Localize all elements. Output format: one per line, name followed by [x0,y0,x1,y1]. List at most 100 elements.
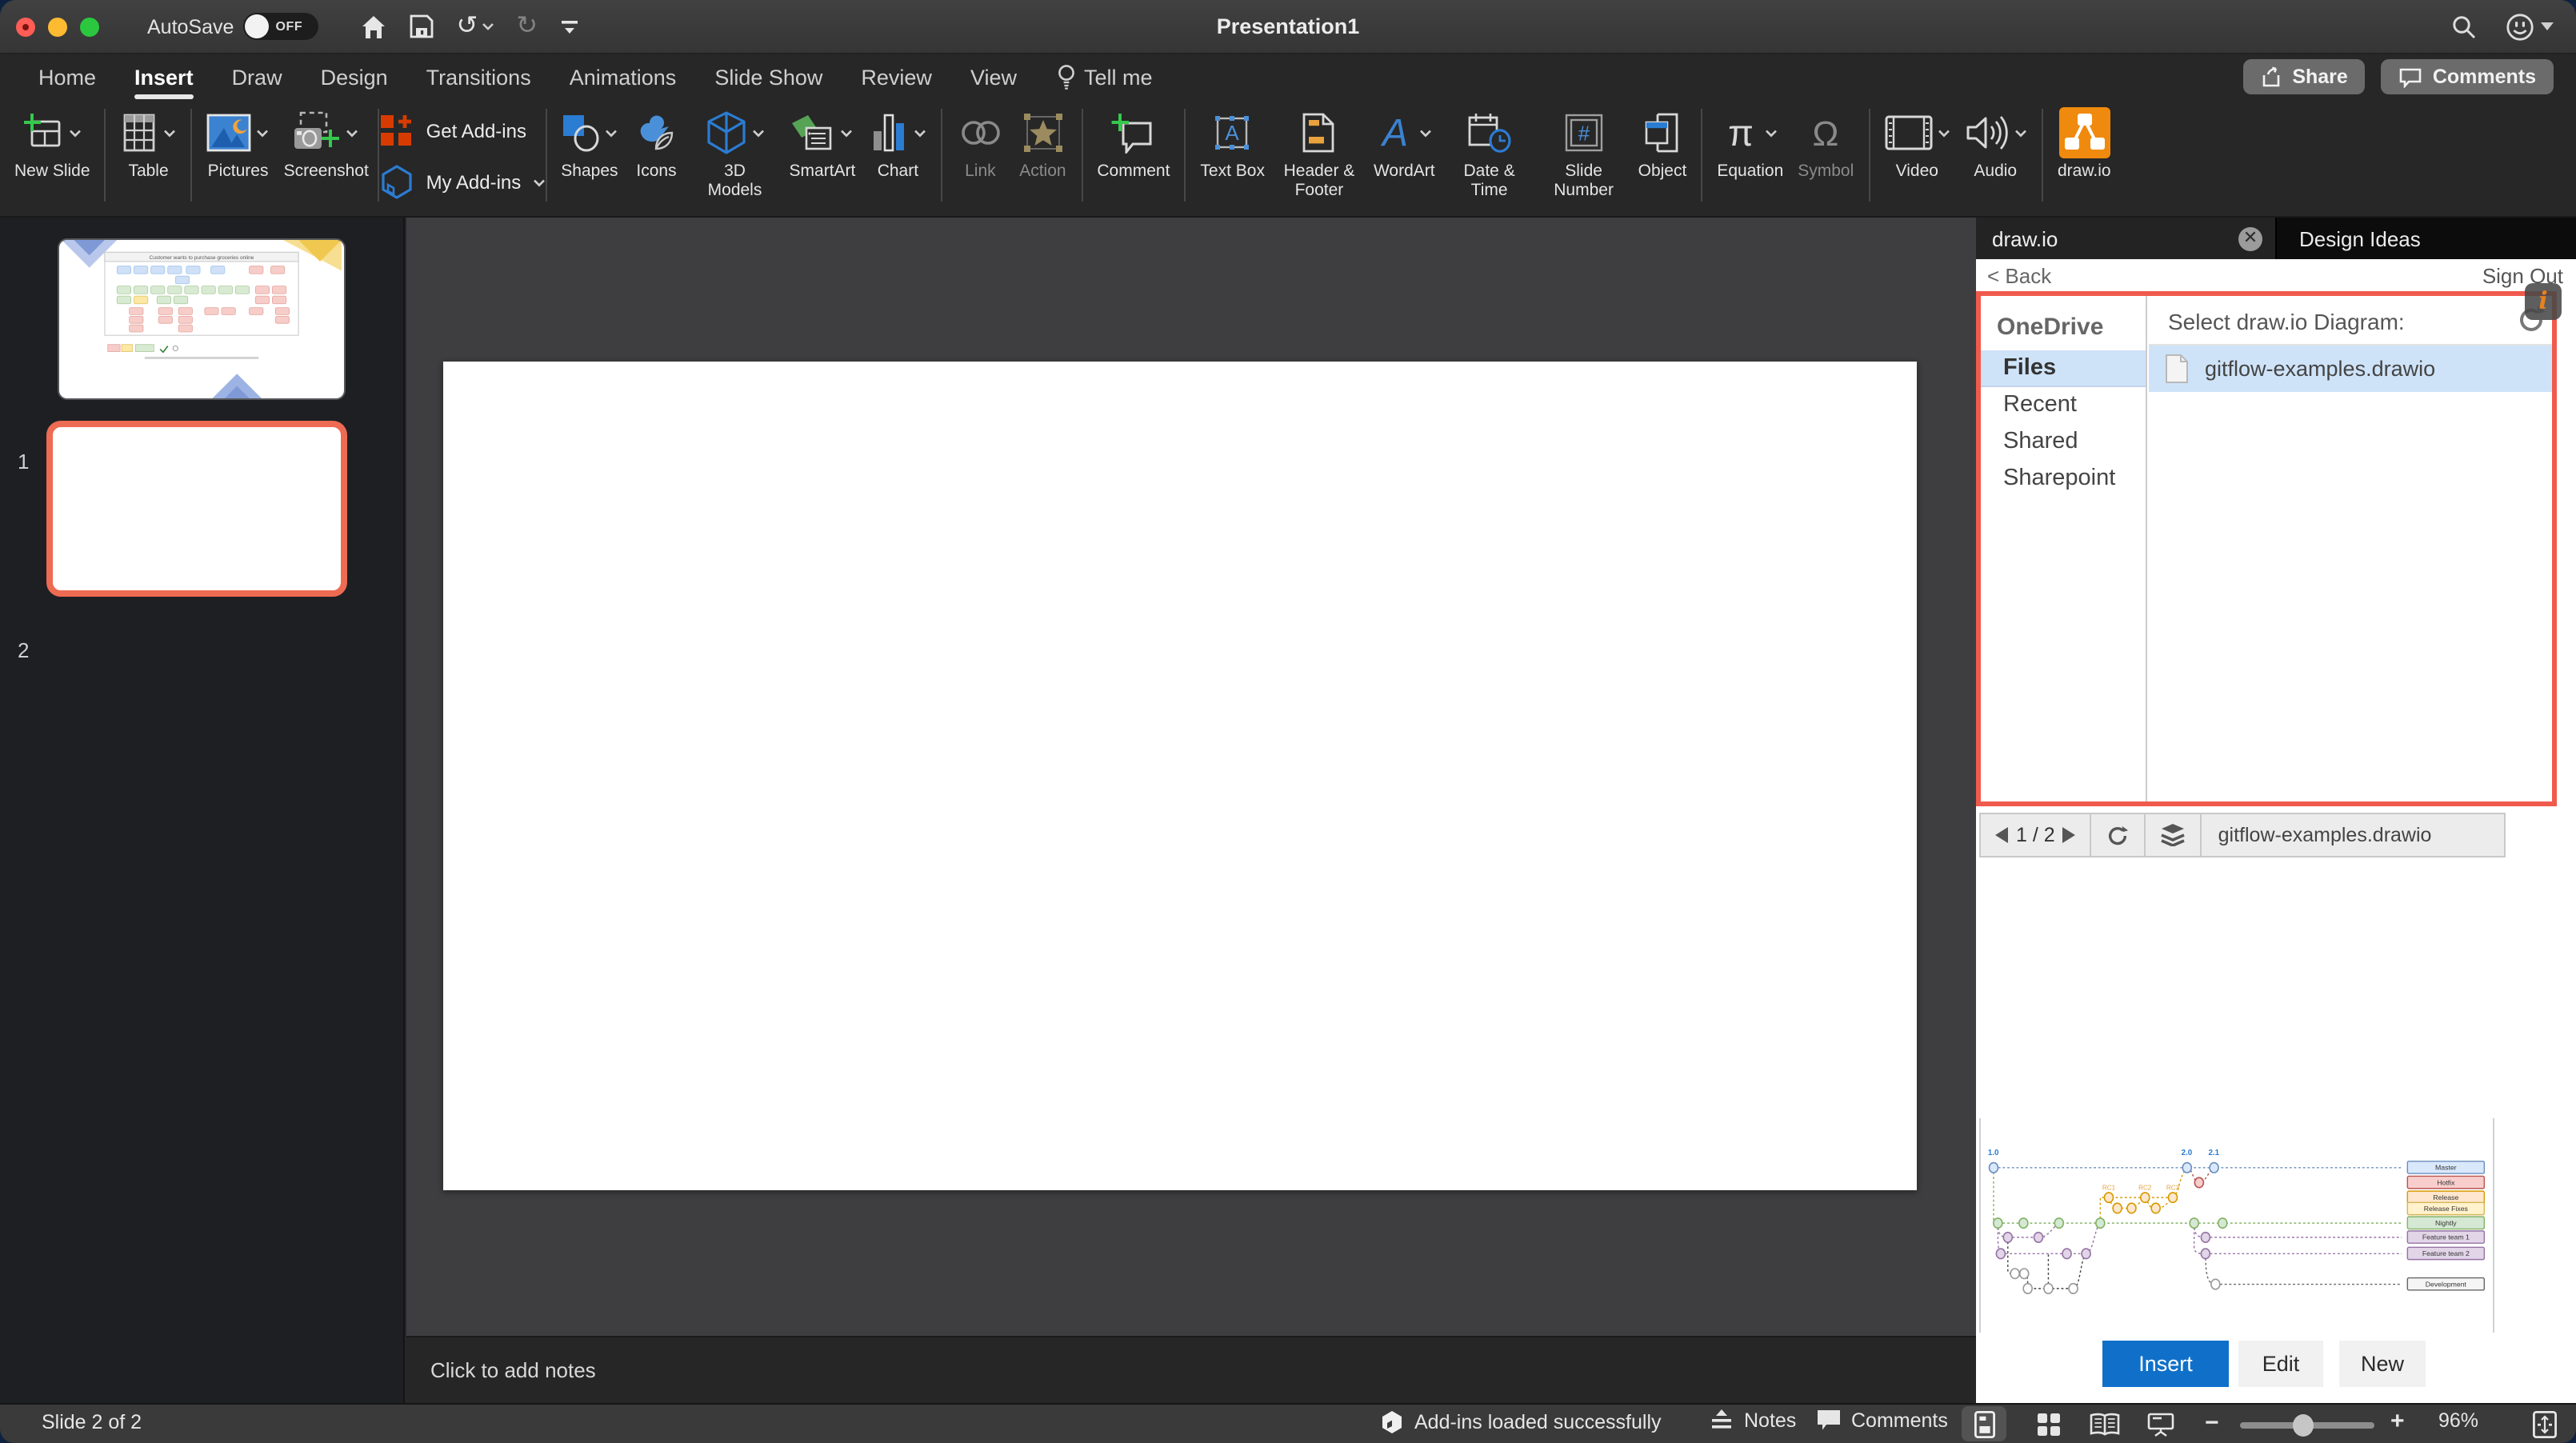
ribbon-item-video[interactable]: Video [1884,107,1950,182]
ribbon-item-label: Icons [636,162,677,181]
ribbon-item-chart[interactable]: Chart [870,107,926,201]
tab-design-ideas[interactable]: Design Ideas [2277,218,2576,259]
ribbon-group: draw.io [2042,99,2126,182]
fit-slide-button[interactable] [2522,1406,2566,1441]
svg-text:A: A [1380,112,1408,154]
customize-toolbar-icon[interactable] [560,18,579,34]
ribbon-item-slide-number[interactable]: # Slide Number [1544,107,1624,201]
file-item-selected[interactable]: gitflow-examples.drawio [2149,346,2552,392]
notes-area[interactable]: Click to add notes [406,1336,1976,1403]
tab-slide-show[interactable]: Slide Show [695,58,842,96]
source-item-files[interactable]: Files [1981,350,2146,387]
pager-file-name: gitflow-examples.drawio [2218,824,2432,846]
insert-button[interactable]: Insert [2102,1341,2229,1387]
slideshow-view-button[interactable] [2138,1406,2182,1441]
thumbnail-legend [107,344,178,354]
close-window-button[interactable] [16,17,35,36]
search-icon[interactable] [2451,14,2477,39]
ribbon-item-object[interactable]: Object [1638,107,1686,201]
reading-view-button[interactable] [2082,1406,2126,1441]
zoom-out-button[interactable]: − [2205,1409,2219,1437]
share-button[interactable]: Share [2242,59,2366,94]
zoom-level[interactable]: 96% [2438,1409,2478,1432]
ribbon-group: New Slide [0,99,105,182]
reading-view-icon [2089,1412,2119,1435]
smartart-icon [791,114,836,152]
zoom-slider-thumb[interactable] [2293,1413,2314,1436]
ribbon-item-header-footer[interactable]: Header & Footer [1279,107,1359,201]
slide-sorter-view-button[interactable] [2026,1406,2070,1441]
tab-drawio[interactable]: draw.io ✕ [1976,218,2277,259]
home-icon[interactable] [360,14,387,39]
chevron-down-icon [605,129,618,137]
comments-button[interactable]: Comments [2381,59,2554,94]
source-item-sharepoint[interactable]: Sharepoint [1981,461,2146,498]
tab-design[interactable]: Design [302,58,407,96]
ribbon-item-date-time[interactable]: Date & Time [1450,107,1530,201]
source-item-shared[interactable]: Shared [1981,424,2146,461]
zoom-slider[interactable] [2240,1413,2374,1436]
link-icon [958,115,1002,150]
ribbon-item-shapes[interactable]: Shapes [561,107,618,201]
undo-chevron-icon[interactable] [481,22,494,30]
pager-layers-button[interactable] [2146,814,2202,856]
ribbon-item-my-addins[interactable]: My Add-ins [380,165,546,200]
account-menu[interactable] [2506,12,2554,41]
next-page-icon[interactable] [2062,827,2076,843]
save-icon[interactable] [410,14,434,38]
back-link[interactable]: < Back [1987,264,2051,288]
pager-refresh-button[interactable] [2092,814,2146,856]
comments-toggle[interactable]: Comments [1816,1409,1948,1432]
tab-transitions[interactable]: Transitions [407,58,550,96]
ribbon-item-wordart[interactable]: A WordArt [1374,107,1435,201]
ribbon-item-label: Action [1019,162,1066,181]
ribbon-item-3d-models[interactable]: 3D Models [695,107,775,201]
minimize-window-button[interactable] [48,17,67,36]
tab-view[interactable]: View [951,58,1036,96]
tab-home[interactable]: Home [19,58,115,96]
ribbon-item-label: SmartArt [789,162,856,181]
zoom-window-button[interactable] [80,17,99,36]
ribbon-item-label: Text Box [1200,162,1265,181]
ribbon-item-icons[interactable]: Icons [633,107,681,201]
tab-insert[interactable]: Insert [115,58,213,99]
normal-view-button[interactable] [1962,1406,2006,1441]
autosave-toggle-knob [245,14,270,38]
ribbon-item-audio[interactable]: Audio [1964,107,2026,182]
diagram-preview[interactable]: 1.0 2.0 2.1 RC1 RC2 RC3 Master Hotfix Release Rel… [1979,1118,2494,1333]
undo-button[interactable]: ↺ [456,13,494,39]
tab-label: Tell me [1084,65,1153,89]
tab-tell-me[interactable]: Tell me [1036,58,1172,96]
ribbon-item-pictures[interactable]: Pictures [207,107,270,182]
close-icon[interactable]: ✕ [2238,226,2262,250]
slide-thumbnail-2-selected[interactable] [46,421,347,597]
ribbon-item-table[interactable]: Table [121,107,177,182]
ribbon-group: π Equation Ω Symbol [1702,99,1868,182]
ribbon-item-drawio[interactable]: draw.io [2057,107,2111,182]
ribbon-item-new-slide[interactable]: New Slide [14,107,90,182]
tab-review[interactable]: Review [842,58,951,96]
current-slide[interactable] [443,362,1917,1190]
ribbon-item-get-addins[interactable]: Get Add-ins [380,114,546,149]
tab-animations[interactable]: Animations [550,58,696,96]
notes-toggle[interactable]: Notes [1709,1409,1796,1432]
ribbon-item-equation[interactable]: π Equation [1717,107,1783,182]
slide-thumbnail-1[interactable]: Customer wants to purchase groceries onl… [59,240,344,398]
file-icon [2166,354,2188,383]
info-badge-icon[interactable]: i [2525,283,2562,320]
autosave-toggle[interactable]: OFF [243,13,319,40]
source-item-recent[interactable]: Recent [1981,387,2146,424]
edit-button[interactable]: Edit [2238,1341,2323,1387]
ribbon-item-screenshot[interactable]: Screenshot [284,107,369,182]
ribbon-item-text-box[interactable]: A Text Box [1200,107,1265,201]
zoom-in-button[interactable]: + [2390,1408,2405,1435]
tab-draw[interactable]: Draw [213,58,302,96]
ribbon-item-comment[interactable]: Comment [1097,107,1170,182]
ribbon-item-smartart[interactable]: SmartArt [789,107,856,201]
ribbon-item-label: Chart [877,162,919,181]
ribbon-group: Shapes Icons 3D Models SmartArt Chart [546,99,940,201]
get-addins-icon [380,114,415,149]
pictures-icon [207,114,252,152]
new-button[interactable]: New [2339,1341,2426,1387]
previous-page-icon[interactable] [1995,827,2008,843]
